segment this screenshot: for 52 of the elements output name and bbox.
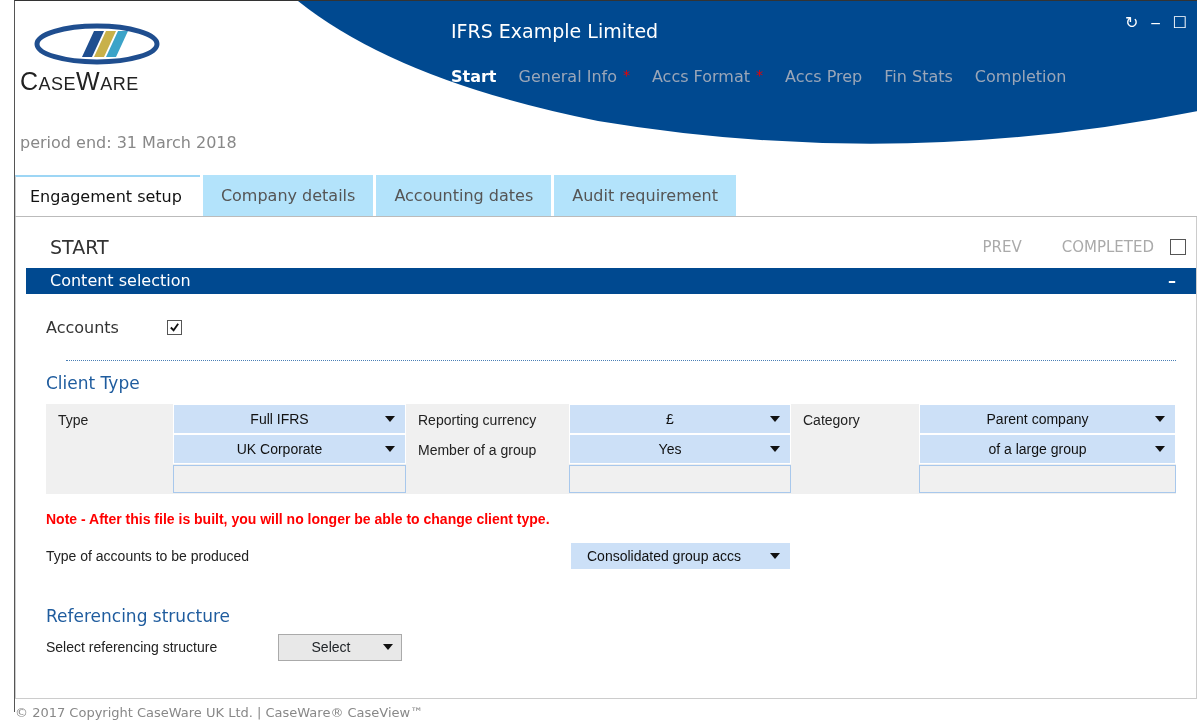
nav-link[interactable]: Accs Prep — [785, 65, 863, 89]
input-field[interactable] — [173, 465, 406, 493]
section-heading: Referencing structure — [46, 605, 231, 628]
field-label: Type of accounts to be produced — [46, 546, 251, 566]
caret-icon — [770, 416, 780, 422]
checkbox[interactable] — [1170, 239, 1186, 256]
dropdown[interactable]: of a large group — [919, 434, 1176, 464]
field-label: Member of a group — [417, 441, 538, 460]
caret-icon — [383, 644, 393, 650]
dropdown[interactable]: Parent company — [919, 404, 1176, 434]
logo-wordmark: CaseWare — [20, 69, 140, 94]
tab[interactable]: Engagement setup — [15, 175, 200, 216]
caret-icon — [770, 446, 780, 452]
warning-note: Note - After this file is built, you will no longer be able to change client type. — [46, 510, 551, 529]
nav-link[interactable]: Accs Format * — [651, 65, 763, 89]
nav-link[interactable]: Fin Stats — [884, 65, 953, 89]
tab[interactable]: Accounting dates — [376, 175, 552, 216]
field-label: Select referencing structure — [46, 637, 219, 657]
collapse-toggle[interactable]: – — [1164, 268, 1180, 293]
dropdown[interactable]: Yes — [569, 434, 791, 464]
caret-icon — [385, 446, 395, 452]
dropdown[interactable]: Full IFRS — [173, 404, 406, 434]
field-label: Type — [57, 411, 90, 430]
refresh-icon[interactable]: ↻ — [1125, 11, 1139, 35]
page-title: START — [50, 235, 109, 260]
tab[interactable]: Company details — [202, 175, 374, 216]
dropdown[interactable]: Consolidated group accs — [570, 542, 791, 570]
tab[interactable]: Audit requirement — [554, 175, 737, 216]
checkbox[interactable] — [166, 320, 182, 335]
nav-link[interactable]: Completion — [974, 65, 1067, 89]
period-end-label: period end: 31 March 2018 — [20, 132, 238, 154]
section-title: Content selection — [50, 269, 191, 292]
field-label: Accounts — [46, 316, 119, 339]
completed-label: COMPLETED — [1061, 237, 1154, 258]
dropdown[interactable]: Select — [278, 633, 402, 661]
app-title: IFRS Example Limited — [451, 19, 659, 44]
maximize-icon[interactable]: ☐ — [1172, 11, 1187, 35]
caret-icon — [1155, 446, 1165, 452]
field-label: Reporting currency — [417, 411, 538, 430]
dropdown[interactable]: UK Corporate — [173, 434, 406, 464]
section-heading: Client Type — [46, 371, 141, 395]
nav-link[interactable]: General Info * — [518, 65, 630, 89]
dropdown[interactable]: £ — [569, 404, 791, 434]
nav-link[interactable]: Start — [451, 65, 497, 89]
field-label: Category — [802, 411, 861, 430]
caret-icon — [1155, 416, 1165, 422]
input-field[interactable] — [919, 465, 1176, 493]
minimize-icon[interactable]: ‒ — [1150, 11, 1161, 35]
caret-icon — [385, 416, 395, 422]
input-field[interactable] — [569, 465, 791, 493]
footer-text: © 2017 Copyright CaseWare UK Ltd. | CaseWare® CaseView™ — [15, 704, 425, 722]
caret-icon — [770, 553, 780, 559]
